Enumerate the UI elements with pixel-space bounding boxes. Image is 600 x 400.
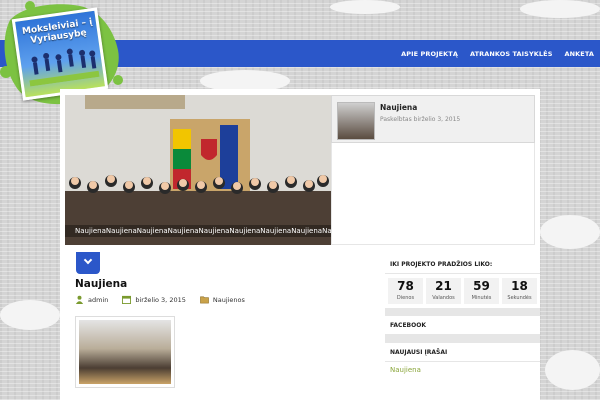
countdown-hours: 21 Valandos: [426, 278, 461, 304]
jumping-people-icon: [29, 48, 100, 87]
cloud-decoration: [330, 0, 400, 14]
countdown-label: Minutės: [471, 295, 492, 301]
chevron-down-icon: [83, 255, 93, 265]
nav-item-apie-projekta[interactable]: APIE PROJEKTĄ: [395, 50, 464, 58]
post-date: birželio 3, 2015: [135, 295, 186, 304]
cloud-decoration: [0, 300, 60, 330]
slider-thumb-title: Naujiena: [380, 103, 418, 112]
slider-thumb-image: [337, 102, 375, 140]
slider-thumbs-empty: [331, 143, 535, 245]
logo-text: Moksleiviai – į Vyriausybę: [21, 17, 93, 46]
countdown-minutes: 59 Minutės: [464, 278, 499, 304]
countdown-label: Dienos: [396, 295, 415, 301]
countdown-label: Sekundės: [507, 295, 532, 301]
cloud-decoration: [540, 215, 600, 249]
countdown-value: 59: [473, 279, 490, 293]
widget-separator: [385, 308, 540, 316]
group-photo-icon: [65, 95, 331, 245]
nav-item-atrankos-taisykles[interactable]: ATRANKOS TAISYKLĖS: [464, 50, 559, 58]
post-thumbnail-image: [79, 320, 171, 384]
sidebar: IKI PROJEKTO PRADŽIOS LIKO: 78 Dienos 21…: [385, 255, 540, 378]
slider-thumb-item[interactable]: Naujiena Paskelbtas birželio 3, 2015: [331, 95, 535, 143]
calendar-icon: [122, 295, 132, 304]
user-icon: [75, 295, 84, 304]
slider-caption: NaujienaNaujienaNaujienaNaujienaNaujiena…: [65, 225, 331, 237]
widget-separator: [385, 335, 540, 343]
post-thumbnail[interactable]: [75, 316, 175, 388]
facebook-widget-title: FACEBOOK: [385, 316, 540, 335]
nav-item-anketa[interactable]: ANKETA: [558, 50, 600, 58]
countdown-widget-title: IKI PROJEKTO PRADŽIOS LIKO:: [385, 255, 540, 274]
recent-post-link[interactable]: Naujiena: [385, 362, 540, 378]
folder-icon: [200, 296, 209, 304]
slider-thumb-date: Paskelbtas birželio 3, 2015: [380, 116, 461, 123]
cloud-decoration: [545, 350, 600, 390]
post-format-ribbon: [76, 252, 100, 274]
post-meta: admin birželio 3, 2015 Naujienos: [75, 295, 245, 304]
countdown-value: 21: [435, 279, 452, 293]
countdown-seconds: 18 Sekundės: [502, 278, 537, 304]
countdown-label: Valandos: [432, 295, 455, 301]
countdown-value: 78: [397, 279, 414, 293]
countdown-widget: 78 Dienos 21 Valandos 59 Minutės 18 Seku…: [385, 274, 540, 308]
post-title[interactable]: Naujiena: [75, 278, 127, 290]
cloud-decoration: [520, 0, 600, 18]
recent-posts-widget-title: NAUJAUSI ĮRAŠAI: [385, 343, 540, 362]
countdown-value: 18: [511, 279, 528, 293]
countdown-days: 78 Dienos: [388, 278, 423, 304]
post-author-link[interactable]: admin: [88, 296, 108, 304]
logo-card: Moksleiviai – į Vyriausybę: [11, 7, 109, 101]
featured-slider-image[interactable]: NaujienaNaujienaNaujienaNaujienaNaujiena…: [65, 95, 331, 245]
main-nav: APIE PROJEKTĄ ATRANKOS TAISYKLĖS ANKETA: [395, 40, 600, 67]
recent-posts-list: Naujiena: [385, 362, 540, 378]
post-category-link[interactable]: Naujienos: [213, 296, 245, 304]
